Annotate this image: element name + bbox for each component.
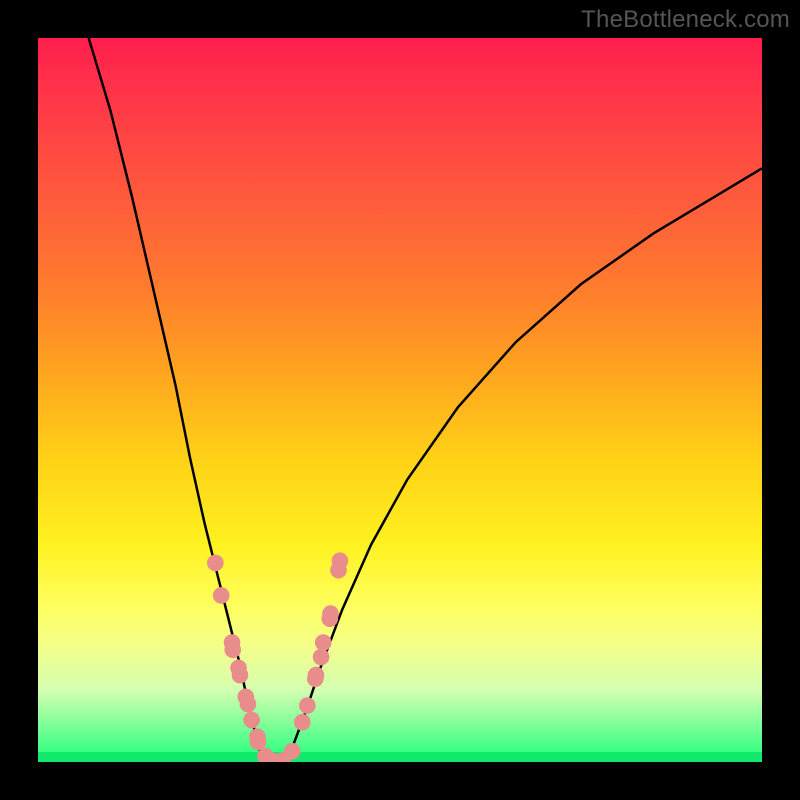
chart-container: TheBottleneck.com <box>0 0 800 800</box>
data-point <box>307 670 324 687</box>
data-point <box>240 696 257 713</box>
data-point <box>299 697 316 714</box>
data-point <box>332 552 349 569</box>
dots-right <box>274 552 348 762</box>
plot-area <box>38 38 762 762</box>
data-point <box>232 667 249 684</box>
data-point <box>207 555 224 572</box>
data-point <box>330 562 347 579</box>
dots-left <box>207 555 280 762</box>
data-point <box>237 689 254 706</box>
data-point <box>224 634 241 651</box>
data-point <box>249 728 266 745</box>
data-point <box>313 649 330 666</box>
data-point <box>250 733 267 750</box>
data-point <box>321 610 338 627</box>
data-point <box>213 587 230 604</box>
curve-right <box>284 168 762 762</box>
data-point <box>230 660 247 677</box>
data-point <box>224 641 241 658</box>
baseline-strip <box>38 752 762 762</box>
curve-layer <box>38 38 762 762</box>
data-point <box>322 605 339 622</box>
data-point <box>308 667 325 684</box>
curve-left <box>89 38 266 762</box>
data-point <box>294 714 311 731</box>
data-point <box>315 634 332 651</box>
data-point <box>243 712 260 729</box>
watermark-text: TheBottleneck.com <box>581 6 790 34</box>
